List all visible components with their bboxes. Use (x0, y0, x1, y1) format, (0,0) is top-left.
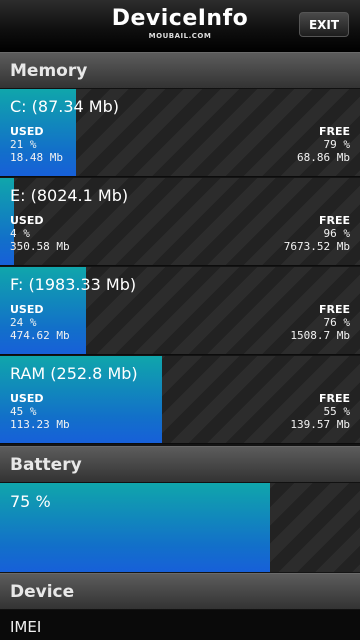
free-label: FREE (318, 303, 350, 316)
free-label: FREE (318, 125, 350, 138)
used-size: 113.23 Mb (10, 418, 70, 431)
used-label: USED (10, 214, 44, 227)
memory-row-e[interactable]: E: (8024.1 Mb) USED 4 % 350.58 Mb FREE 9… (0, 178, 360, 266)
section-title-memory: Memory (10, 61, 88, 81)
imei-label: IMEI (10, 618, 42, 636)
app-header: DeviceInfo MOUBAIL.COM EXIT (0, 0, 360, 53)
drive-title: F: (1983.33 Mb) (10, 275, 137, 294)
memory-row-f[interactable]: F: (1983.33 Mb) USED 24 % 474.62 Mb FREE… (0, 267, 360, 355)
free-percent: 96 % (323, 227, 351, 240)
free-label: FREE (318, 392, 350, 405)
drive-title: C: (87.34 Mb) (10, 97, 119, 116)
free-size: 1508.7 Mb (290, 329, 350, 342)
section-header-memory: Memory (0, 52, 360, 89)
used-percent: 24 % (10, 316, 37, 329)
section-header-device: Device (0, 573, 360, 610)
battery-level: 75 % (10, 492, 51, 511)
free-percent: 55 % (323, 405, 351, 418)
app-screen: DeviceInfo MOUBAIL.COM EXIT Memory C: (8… (0, 0, 360, 640)
free-size: 139.57 Mb (290, 418, 350, 431)
used-label: USED (10, 303, 44, 316)
free-size: 7673.52 Mb (283, 240, 350, 253)
used-size: 18.48 Mb (10, 151, 63, 164)
free-size: 68.86 Mb (297, 151, 350, 164)
used-label: USED (10, 125, 44, 138)
section-header-battery: Battery (0, 446, 360, 483)
used-percent: 45 % (10, 405, 37, 418)
free-label: FREE (318, 214, 350, 227)
used-size: 474.62 Mb (10, 329, 70, 342)
imei-row[interactable]: IMEI (0, 610, 360, 640)
exit-button[interactable]: EXIT (299, 12, 349, 37)
section-title-device: Device (10, 582, 75, 602)
used-size: 350.58 Mb (10, 240, 70, 253)
memory-row-c[interactable]: C: (87.34 Mb) USED 21 % 18.48 Mb FREE 79… (0, 89, 360, 177)
memory-row-ram[interactable]: RAM (252.8 Mb) USED 45 % 113.23 Mb FREE … (0, 356, 360, 444)
free-percent: 76 % (323, 316, 351, 329)
free-percent: 79 % (323, 138, 351, 151)
used-label: USED (10, 392, 44, 405)
used-percent: 21 % (10, 138, 37, 151)
section-title-battery: Battery (10, 455, 82, 475)
drive-title: E: (8024.1 Mb) (10, 186, 129, 205)
used-percent: 4 % (10, 227, 30, 240)
battery-row[interactable]: 75 % (0, 483, 360, 572)
drive-title: RAM (252.8 Mb) (10, 364, 138, 383)
